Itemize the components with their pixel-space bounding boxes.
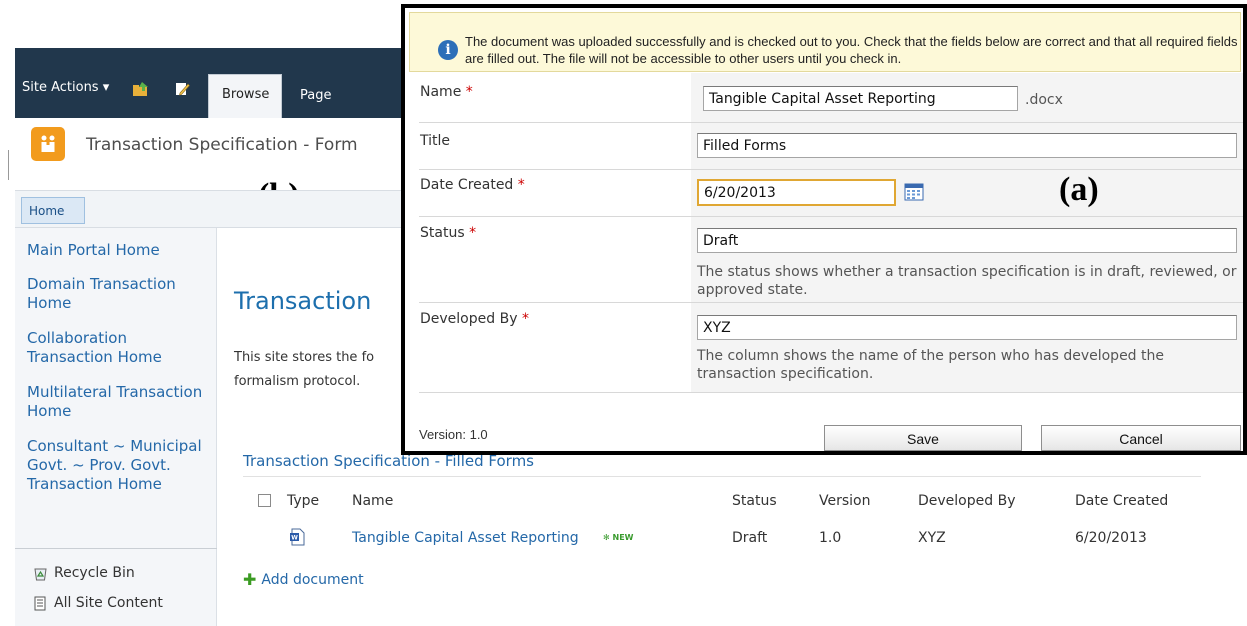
field-label-title: Title [420,133,450,149]
quicklaunch-item-domain[interactable]: Domain Transaction Home [27,275,212,313]
nav-home-tab[interactable]: Home [21,197,85,224]
new-badge-label: NEW [612,533,634,542]
recycle-bin-label: Recycle Bin [54,565,135,581]
quicklaunch-item-multilateral[interactable]: Multilateral Transaction Home [27,383,212,421]
figure-label-a: (a) [1059,171,1099,208]
page-description: This site stores the fo formalism protoc… [234,350,375,389]
select-all-checkbox[interactable] [258,494,271,507]
date-created-input[interactable]: 6/20/2013 [697,179,896,206]
info-icon: i [438,40,458,60]
divider [8,150,12,180]
field-label-date-created: Date Created * [420,177,525,193]
name-input[interactable]: Tangible Capital Asset Reporting [703,86,1018,111]
new-badge: ✻ NEW [603,533,633,542]
column-header-developed-by[interactable]: Developed By [918,493,1015,509]
status-description: The status shows whether a transaction s… [697,264,1237,298]
divider [15,548,217,549]
file-extension: .docx [1025,92,1063,108]
field-label-status: Status * [420,225,476,241]
site-logo[interactable] [31,127,65,161]
row-version: 1.0 [819,530,842,546]
field-label-name: Name * [420,84,473,100]
edit-page-icon[interactable] [174,81,190,97]
name-label-text: Name [420,84,462,100]
row-developed-by: XYZ [918,530,946,546]
people-icon [41,135,55,152]
word-document-icon[interactable]: W [289,528,305,546]
required-marker: * [521,311,529,327]
quicklaunch-item-collaboration[interactable]: Collaboration Transaction Home [27,329,212,367]
navigate-up-icon[interactable] [132,81,150,97]
all-site-content-label: All Site Content [54,595,163,611]
calendar-icon[interactable] [904,183,924,201]
upload-notice: i The document was uploaded successfully… [409,12,1241,72]
status-label-text: Status [420,225,465,241]
cancel-button[interactable]: Cancel [1041,425,1241,451]
column-header-status[interactable]: Status [732,493,777,509]
title-input[interactable]: Filled Forms [697,133,1237,158]
recycle-bin-icon [34,568,47,580]
add-document-link[interactable]: ✚ Add document [243,570,364,589]
required-marker: * [469,225,477,241]
column-header-name[interactable]: Name [352,493,393,509]
column-header-date-created[interactable]: Date Created [1075,493,1168,509]
quicklaunch-item-consultant[interactable]: Consultant ~ Municipal Govt. ~ Prov. Gov… [27,437,202,494]
date-created-label-text: Date Created [420,177,514,193]
column-header-type[interactable]: Type [287,493,319,509]
column-header-version[interactable]: Version [819,493,870,509]
site-title[interactable]: Transaction Specification - Form [86,135,358,155]
save-button[interactable]: Save [824,425,1022,451]
developed-by-label-text: Developed By [420,311,518,327]
svg-text:W: W [291,535,298,542]
row-status: Draft [732,530,768,546]
field-label-developed-by: Developed By * [420,311,529,327]
new-icon: ✻ [603,533,610,542]
required-marker: * [517,177,525,193]
add-icon: ✚ [243,570,257,589]
tab-browse[interactable]: Browse [208,74,282,118]
page-heading: Transaction [234,287,372,315]
row-date-created: 6/20/2013 [1075,530,1147,546]
notice-text: The document was uploaded successfully a… [465,34,1238,66]
tab-page[interactable]: Page [300,88,331,103]
developed-by-description: The column shows the name of the person … [697,348,1164,382]
all-site-content-link[interactable]: All Site Content [33,595,163,611]
version-text: Version: 1.0 [419,427,488,442]
site-content-icon [34,596,46,610]
title-label-text: Title [420,133,451,149]
divider [243,476,1201,477]
status-input[interactable]: Draft [697,228,1237,253]
document-name-link[interactable]: Tangible Capital Asset Reporting [352,530,579,546]
add-document-label: Add document [261,572,364,588]
recycle-bin-link[interactable]: Recycle Bin [33,565,135,581]
quicklaunch-item-main-portal[interactable]: Main Portal Home [27,241,212,260]
required-marker: * [465,84,473,100]
developed-by-input[interactable]: XYZ [697,315,1237,340]
site-actions-menu[interactable]: Site Actions ▾ [22,80,109,95]
